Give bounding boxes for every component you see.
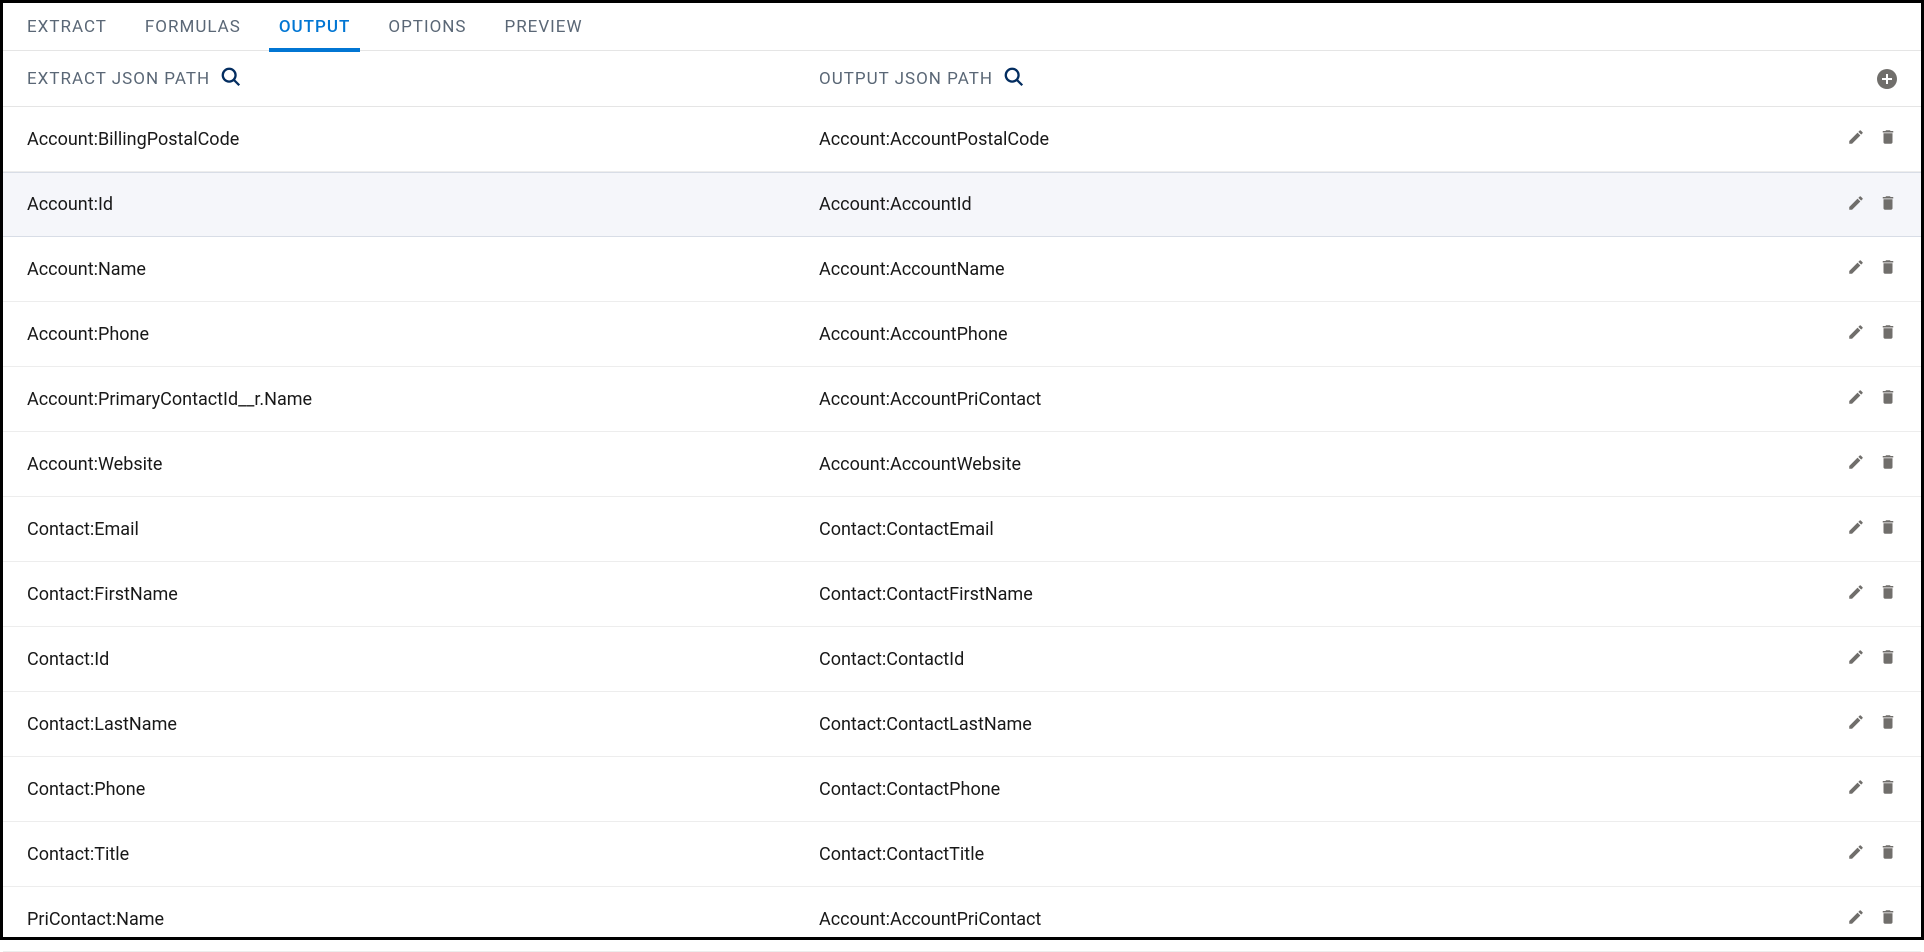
- output-path-cell: Account:AccountPriContact: [819, 909, 1847, 930]
- extract-path-cell: Contact:LastName: [27, 714, 819, 735]
- extract-path-cell: Account:Id: [27, 194, 819, 215]
- output-path-cell: Account:AccountPostalCode: [819, 129, 1847, 150]
- row-actions: [1847, 518, 1897, 540]
- edit-icon[interactable]: [1847, 843, 1865, 865]
- extract-path-cell: Account:Phone: [27, 324, 819, 345]
- delete-icon[interactable]: [1879, 518, 1897, 540]
- row-actions: [1847, 323, 1897, 345]
- tab-preview[interactable]: PREVIEW: [504, 3, 582, 51]
- output-path-cell: Account:AccountPhone: [819, 324, 1847, 345]
- table-row[interactable]: Account:WebsiteAccount:AccountWebsite: [3, 432, 1921, 497]
- table-row[interactable]: PriContact:NameAccount:AccountPriContact: [3, 887, 1921, 952]
- row-actions: [1847, 778, 1897, 800]
- delete-icon[interactable]: [1879, 908, 1897, 930]
- table-row[interactable]: Account:BillingPostalCodeAccount:Account…: [3, 107, 1921, 172]
- table-row[interactable]: Contact:EmailContact:ContactEmail: [3, 497, 1921, 562]
- table-row[interactable]: Account:IdAccount:AccountId: [3, 172, 1921, 237]
- delete-icon[interactable]: [1879, 778, 1897, 800]
- row-actions: [1847, 194, 1897, 216]
- edit-icon[interactable]: [1847, 583, 1865, 605]
- output-header-label: OUTPUT JSON PATH: [819, 69, 993, 89]
- table-row[interactable]: Account:PhoneAccount:AccountPhone: [3, 302, 1921, 367]
- tab-options[interactable]: OPTIONS: [388, 3, 466, 51]
- row-actions: [1847, 648, 1897, 670]
- table-row[interactable]: Account:NameAccount:AccountName: [3, 237, 1921, 302]
- table-row[interactable]: Contact:LastNameContact:ContactLastName: [3, 692, 1921, 757]
- tab-bar: EXTRACT FORMULAS OUTPUT OPTIONS PREVIEW: [3, 3, 1921, 51]
- edit-icon[interactable]: [1847, 128, 1865, 150]
- table-row[interactable]: Contact:TitleContact:ContactTitle: [3, 822, 1921, 887]
- search-icon[interactable]: [1003, 66, 1025, 92]
- extract-path-cell: Account:Website: [27, 454, 819, 475]
- output-path-cell: Contact:ContactTitle: [819, 844, 1847, 865]
- output-path-cell: Contact:ContactEmail: [819, 519, 1847, 540]
- row-actions: [1847, 258, 1897, 280]
- row-actions: [1847, 453, 1897, 475]
- output-path-cell: Contact:ContactPhone: [819, 779, 1847, 800]
- row-actions: [1847, 843, 1897, 865]
- row-actions: [1847, 583, 1897, 605]
- table-row[interactable]: Account:PrimaryContactId__r.NameAccount:…: [3, 367, 1921, 432]
- extract-header-label: EXTRACT JSON PATH: [27, 69, 210, 89]
- row-actions: [1847, 128, 1897, 150]
- output-path-cell: Contact:ContactId: [819, 649, 1847, 670]
- tab-output[interactable]: OUTPUT: [279, 3, 351, 51]
- header-output-path: OUTPUT JSON PATH: [819, 66, 1877, 92]
- output-path-cell: Contact:ContactFirstName: [819, 584, 1847, 605]
- output-path-cell: Contact:ContactLastName: [819, 714, 1847, 735]
- edit-icon[interactable]: [1847, 908, 1865, 930]
- extract-path-cell: Account:Name: [27, 259, 819, 280]
- edit-icon[interactable]: [1847, 258, 1865, 280]
- delete-icon[interactable]: [1879, 648, 1897, 670]
- edit-icon[interactable]: [1847, 778, 1865, 800]
- extract-path-cell: Contact:Phone: [27, 779, 819, 800]
- delete-icon[interactable]: [1879, 323, 1897, 345]
- row-actions: [1847, 908, 1897, 930]
- edit-icon[interactable]: [1847, 323, 1865, 345]
- search-icon[interactable]: [220, 66, 242, 92]
- extract-path-cell: Account:PrimaryContactId__r.Name: [27, 389, 819, 410]
- table-row[interactable]: Contact:IdContact:ContactId: [3, 627, 1921, 692]
- edit-icon[interactable]: [1847, 713, 1865, 735]
- edit-icon[interactable]: [1847, 453, 1865, 475]
- extract-path-cell: Contact:Id: [27, 649, 819, 670]
- table-body: Account:BillingPostalCodeAccount:Account…: [3, 107, 1921, 952]
- delete-icon[interactable]: [1879, 583, 1897, 605]
- extract-path-cell: PriContact:Name: [27, 909, 819, 930]
- extract-path-cell: Account:BillingPostalCode: [27, 129, 819, 150]
- edit-icon[interactable]: [1847, 518, 1865, 540]
- extract-path-cell: Contact:Email: [27, 519, 819, 540]
- edit-icon[interactable]: [1847, 388, 1865, 410]
- table-row[interactable]: Contact:PhoneContact:ContactPhone: [3, 757, 1921, 822]
- tab-formulas[interactable]: FORMULAS: [145, 3, 241, 51]
- delete-icon[interactable]: [1879, 388, 1897, 410]
- delete-icon[interactable]: [1879, 713, 1897, 735]
- delete-icon[interactable]: [1879, 128, 1897, 150]
- plus-icon: [1877, 69, 1897, 89]
- output-path-cell: Account:AccountId: [819, 194, 1847, 215]
- add-row-button[interactable]: [1877, 69, 1897, 89]
- header-extract-path: EXTRACT JSON PATH: [27, 66, 819, 92]
- extract-path-cell: Contact:FirstName: [27, 584, 819, 605]
- tab-extract[interactable]: EXTRACT: [27, 3, 107, 51]
- output-path-cell: Account:AccountPriContact: [819, 389, 1847, 410]
- delete-icon[interactable]: [1879, 453, 1897, 475]
- row-actions: [1847, 713, 1897, 735]
- output-path-cell: Account:AccountWebsite: [819, 454, 1847, 475]
- delete-icon[interactable]: [1879, 843, 1897, 865]
- row-actions: [1847, 388, 1897, 410]
- output-path-cell: Account:AccountName: [819, 259, 1847, 280]
- delete-icon[interactable]: [1879, 258, 1897, 280]
- extract-path-cell: Contact:Title: [27, 844, 819, 865]
- table-row[interactable]: Contact:FirstNameContact:ContactFirstNam…: [3, 562, 1921, 627]
- edit-icon[interactable]: [1847, 194, 1865, 216]
- table-header: EXTRACT JSON PATH OUTPUT JSON PATH: [3, 51, 1921, 107]
- edit-icon[interactable]: [1847, 648, 1865, 670]
- delete-icon[interactable]: [1879, 194, 1897, 216]
